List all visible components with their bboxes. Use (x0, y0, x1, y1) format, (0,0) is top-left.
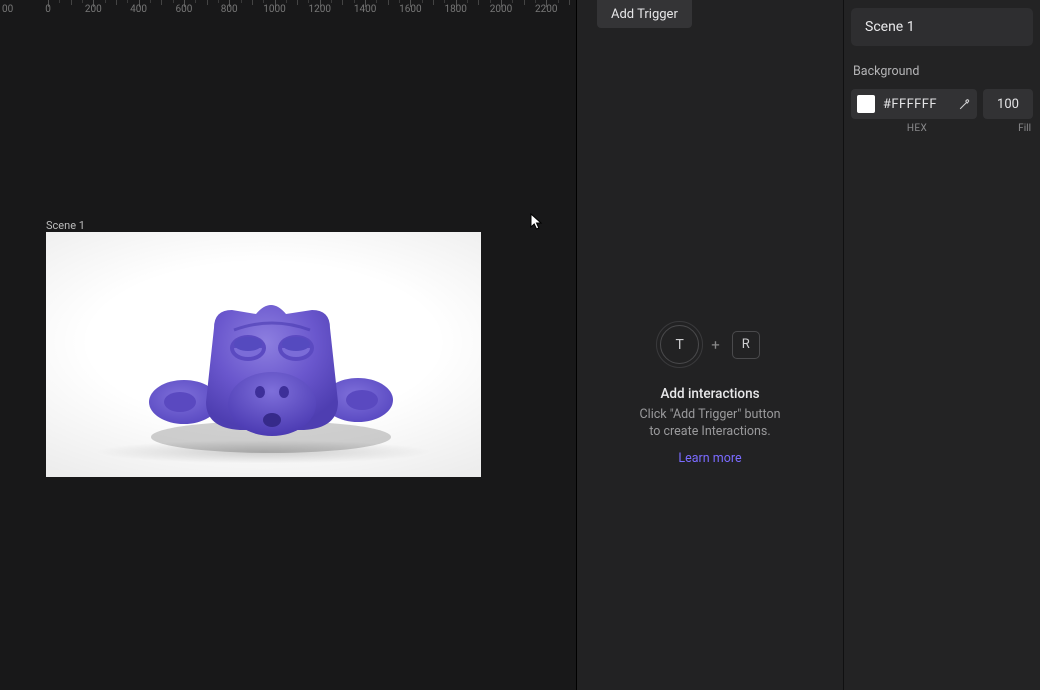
background-section-label: Background (853, 64, 1033, 79)
empty-state-subtitle: Click "Add Trigger" button to create Int… (640, 407, 781, 441)
response-square-icon: R (732, 331, 760, 359)
add-trigger-button[interactable]: Add Trigger (597, 0, 692, 28)
scene-frame-container[interactable]: Scene 1 (46, 232, 481, 477)
ruler-label: 1000 (263, 4, 285, 15)
inspector-header[interactable]: Scene 1 (851, 8, 1033, 46)
fill-sublabel: Fill (983, 123, 1033, 134)
trigger-circle-icon: T (660, 325, 699, 364)
background-sublabels: HEX Fill (851, 123, 1033, 134)
ruler-horizontal: 0 200 400 600 800 1000 1200 1400 1600 1800 2000 220… (0, 0, 576, 20)
interactions-empty-state: T + R Add interactions Click "Add Trigge… (577, 325, 843, 466)
ruler-label: 1800 (444, 4, 466, 15)
ruler-label: 0 (45, 4, 51, 15)
cursor-icon (530, 213, 544, 231)
background-fill-input[interactable]: 100 (983, 89, 1033, 119)
ruler-label: 00 (2, 4, 13, 15)
learn-more-link[interactable]: Learn more (678, 451, 741, 466)
background-hex-input[interactable]: #FFFFFF (851, 89, 977, 119)
scene-canvas[interactable] (46, 232, 481, 477)
interactions-panel: Add Trigger T + R Add interactions Click… (577, 0, 843, 690)
inspector-panel: Scene 1 Background #FFFFFF 100 HEX Fill (844, 0, 1040, 690)
scene-label: Scene 1 (46, 219, 85, 232)
color-swatch[interactable] (857, 95, 875, 113)
trigger-response-graphic: T + R (660, 325, 760, 364)
eyedropper-icon[interactable] (957, 97, 971, 111)
ruler-label: 2000 (490, 4, 512, 15)
ruler-label: 1200 (309, 4, 331, 15)
ground-shadow (46, 405, 481, 465)
empty-state-title: Add interactions (660, 386, 759, 402)
canvas-area[interactable]: 0 200 400 600 800 1000 1200 1400 1600 1800 2000 220… (0, 0, 576, 690)
ruler-label: 800 (221, 4, 238, 15)
ruler-label: 1400 (354, 4, 376, 15)
ruler-label: 600 (175, 4, 192, 15)
add-trigger-label: Add Trigger (611, 7, 678, 22)
hex-sublabel: HEX (851, 123, 983, 134)
ruler-label: 2200 (535, 4, 557, 15)
ruler-label: 200 (85, 4, 102, 15)
inspector-title: Scene 1 (865, 19, 915, 35)
ruler-label: 400 (130, 4, 147, 15)
ruler-label: 1600 (399, 4, 421, 15)
hex-value-text: #FFFFFF (883, 97, 949, 112)
fill-value-text: 100 (997, 97, 1019, 112)
plus-icon: + (711, 336, 720, 354)
background-controls-row: #FFFFFF 100 (851, 89, 1033, 119)
